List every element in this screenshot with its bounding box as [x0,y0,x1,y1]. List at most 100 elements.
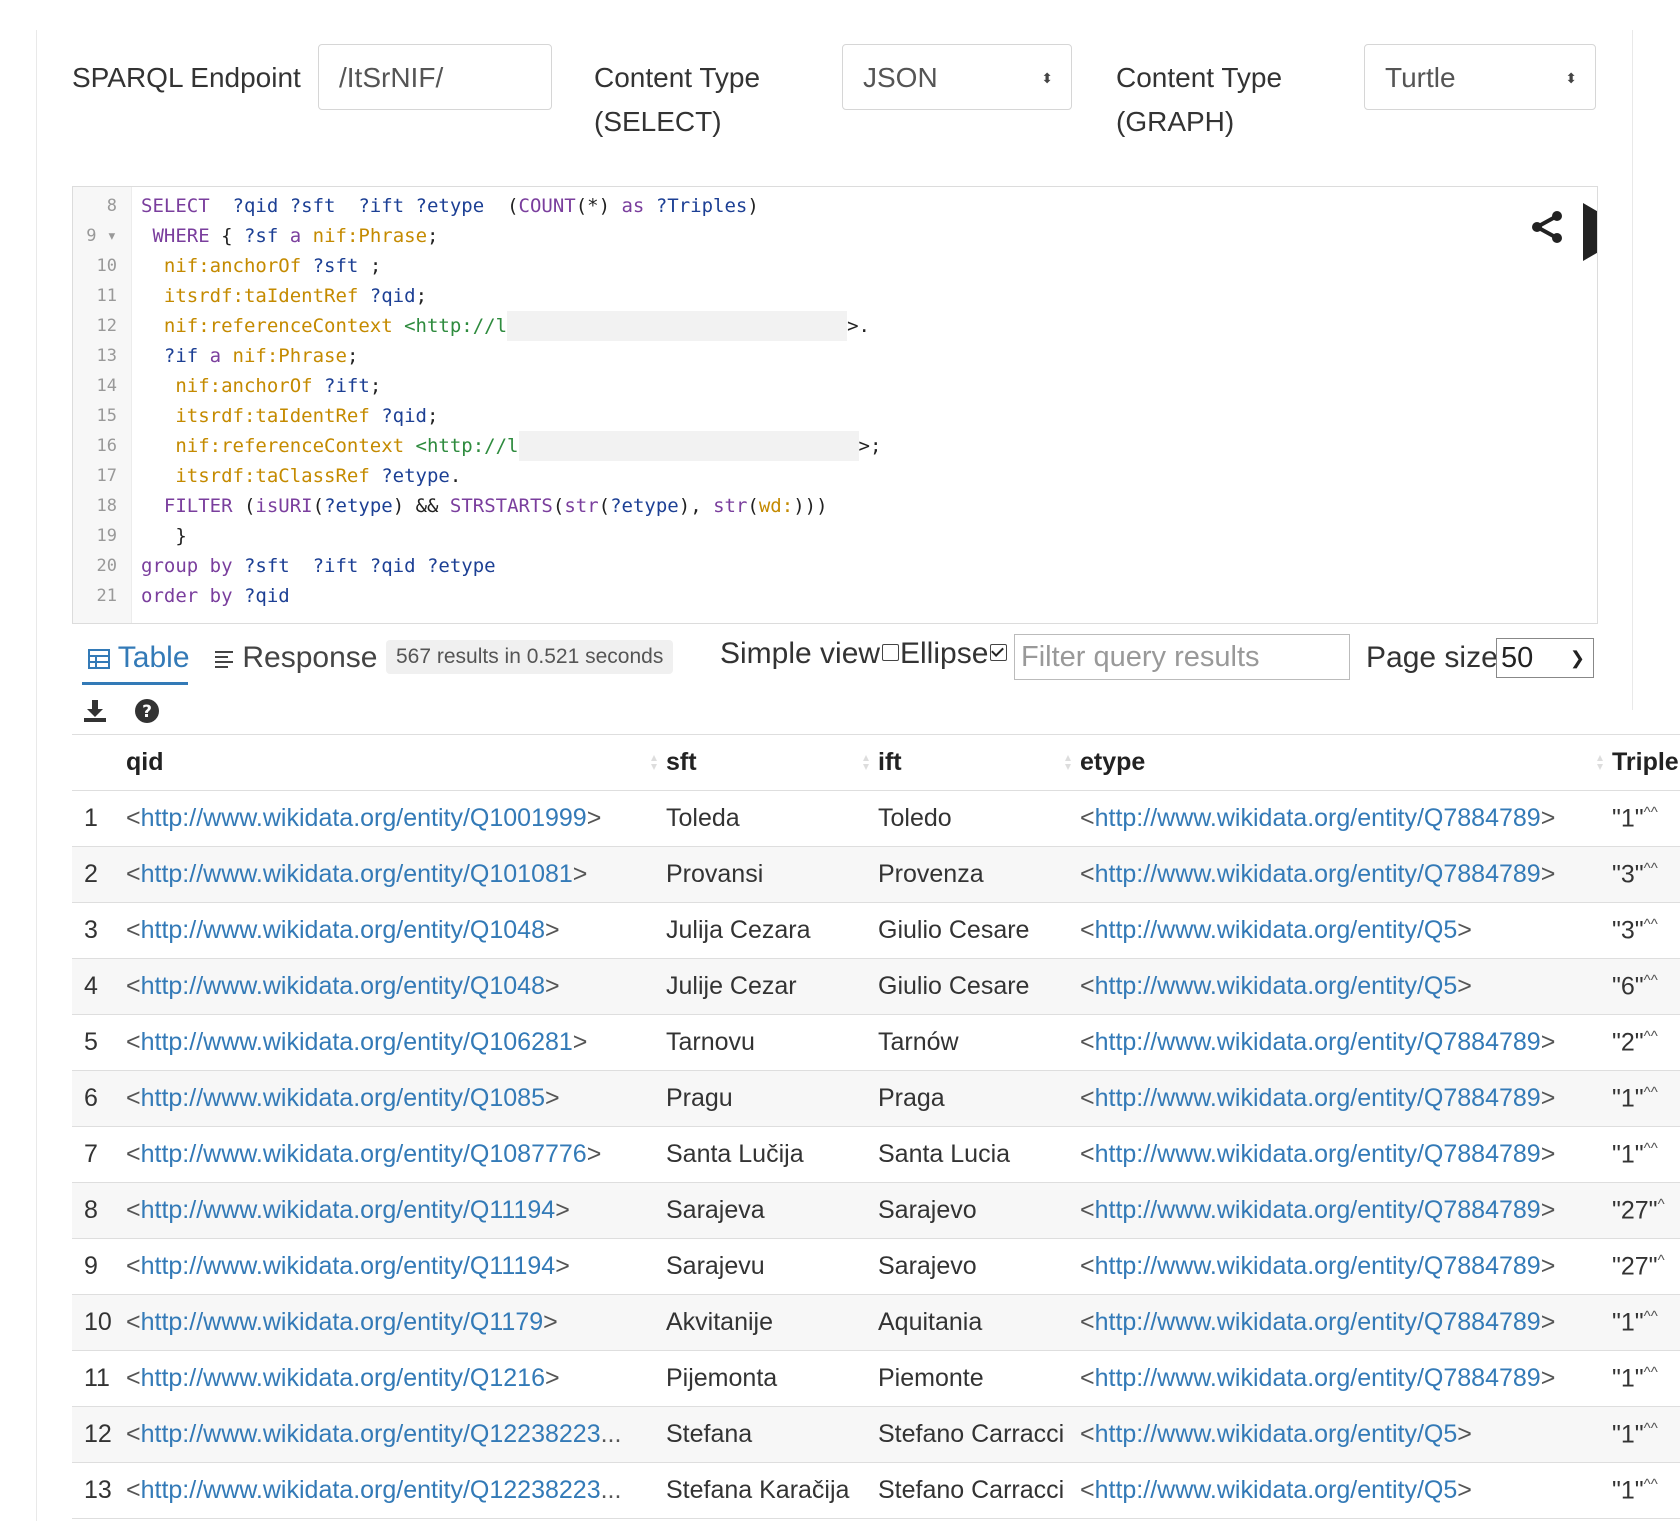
ellipse-option[interactable]: Ellipse [900,632,1008,676]
tab-table[interactable]: Table [88,636,190,680]
etype-link[interactable]: http://www.wikidata.org/entity/Q5 [1095,1420,1458,1448]
share-icon[interactable] [1529,209,1565,245]
filter-results-input[interactable] [1014,634,1350,680]
qid-link[interactable]: http://www.wikidata.org/entity/Q1001999 [141,804,587,832]
triples-value: "27" [1612,1252,1658,1281]
results-table: qid sft ift etype Triple 1 <http://www.wi… [72,734,1680,1519]
qid-link[interactable]: http://www.wikidata.org/entity/Q11194 [141,1252,556,1280]
etype-link[interactable]: http://www.wikidata.org/entity/Q7884789 [1095,1252,1541,1280]
ift-cell: Praga [872,1070,1074,1127]
table-row: 3 <http://www.wikidata.org/entity/Q1048> J… [72,902,1680,959]
triples-cell: "27"^ [1606,1238,1680,1295]
row-number: 9 [72,1238,126,1295]
code-text: itsrdf:taClassRef ?etype. [141,461,461,491]
content-type-graph-label-line1: Content Type [1116,62,1283,93]
qid-link[interactable]: http://www.wikidata.org/entity/Q12238223 [141,1476,601,1504]
angle-open: < [126,1196,141,1224]
sft-cell: Stefana [660,1406,872,1463]
angle-close: > [1457,1420,1472,1448]
line-number: 17 [96,466,117,486]
etype-link[interactable]: http://www.wikidata.org/entity/Q7884789 [1095,804,1541,832]
column-header-triples-label: Triple [1612,748,1679,776]
qid-link[interactable]: http://www.wikidata.org/entity/Q106281 [141,1028,573,1056]
qid-link[interactable]: http://www.wikidata.org/entity/Q12238223 [141,1420,601,1448]
etype-cell: <http://www.wikidata.org/entity/Q7884789… [1074,1294,1606,1351]
code-token: >. [847,315,870,337]
code-token: ?if [163,345,210,367]
etype-link[interactable]: http://www.wikidata.org/entity/Q7884789 [1095,860,1541,888]
qid-cell: <http://www.wikidata.org/entity/Q1048> [126,958,660,1015]
etype-link[interactable]: http://www.wikidata.org/entity/Q7884789 [1095,1084,1541,1112]
ift-cell: Toledo [872,790,1074,847]
simple-view-option[interactable]: Simple view [720,632,900,676]
qid-link[interactable]: http://www.wikidata.org/entity/Q1048 [141,916,545,944]
etype-link[interactable]: http://www.wikidata.org/entity/Q5 [1095,1476,1458,1504]
qid-link[interactable]: http://www.wikidata.org/entity/Q1087776 [141,1140,587,1168]
content-type-graph-dropdown[interactable]: Turtle ⬍ [1364,44,1596,110]
column-header-qid[interactable]: qid [126,734,660,791]
svg-text:?: ? [142,702,152,722]
code-token: nif:anchorOf [175,375,325,397]
column-header-sft[interactable]: sft [660,734,872,791]
qid-link[interactable]: http://www.wikidata.org/entity/Q1048 [141,972,545,1000]
code-text: itsrdf:taIdentRef ?qid; [141,281,427,311]
tab-table-label: Table [117,641,190,674]
etype-link[interactable]: http://www.wikidata.org/entity/Q5 [1095,972,1458,1000]
row-number: 6 [72,1070,126,1127]
simple-view-checkbox[interactable] [882,643,900,661]
code-token: order by [141,585,244,607]
play-icon[interactable] [1581,201,1598,263]
sft-cell: Stefana Karačija [660,1462,872,1519]
page-size-select[interactable]: 50 ❯ [1496,638,1594,678]
code-token: ?qid [369,285,416,307]
triples-cell: "1"^^ [1606,1462,1680,1519]
content-type-select-dropdown[interactable]: JSON ⬍ [842,44,1072,110]
qid-link[interactable]: http://www.wikidata.org/entity/Q1179 [141,1308,544,1336]
triples-value: "1" [1612,1364,1644,1393]
code-token: as [621,195,656,217]
qid-link[interactable]: http://www.wikidata.org/entity/Q11194 [141,1196,556,1224]
code-line: 21 order by ?qid [73,581,1597,611]
column-header-etype[interactable]: etype [1074,734,1606,791]
angle-close: > [1540,804,1556,832]
code-line: 16 nif:referenceContext <http://l >; [73,431,1597,461]
ift-cell: Sarajevo [872,1182,1074,1239]
ift-cell: Stefano Carracci [872,1406,1074,1463]
code-token: ))) [793,495,828,517]
qid-link[interactable]: http://www.wikidata.org/entity/Q101081 [141,860,573,888]
line-number: 15 [96,406,117,426]
code-line: 14 nif:anchorOf ?ift; [73,371,1597,401]
ellipse-checkbox[interactable] [990,643,1008,661]
qid-link[interactable]: http://www.wikidata.org/entity/Q1085 [141,1084,545,1112]
qid-end: > [572,860,588,888]
etype-link[interactable]: http://www.wikidata.org/entity/Q7884789 [1095,1028,1541,1056]
code-token: (*) [575,195,622,217]
column-header-triples[interactable]: Triple [1606,734,1680,791]
tab-response[interactable]: Response [214,636,377,680]
triples-cell: "1"^^ [1606,1406,1680,1463]
etype-link[interactable]: http://www.wikidata.org/entity/Q7884789 [1095,1140,1541,1168]
download-icon[interactable] [82,698,108,724]
sft-cell: Provansi [660,846,872,903]
endpoint-input[interactable]: /ItSrNIF/ [318,44,552,110]
query-editor[interactable]: 8 SELECT ?qid ?sft ?ift ?etype (COUNT(*) … [72,186,1598,624]
column-header-ift[interactable]: ift [872,734,1074,791]
etype-link[interactable]: http://www.wikidata.org/entity/Q5 [1095,916,1458,944]
code-token: ?ift [324,375,370,397]
etype-link[interactable]: http://www.wikidata.org/entity/Q7884789 [1095,1364,1541,1392]
qid-cell: <http://www.wikidata.org/entity/Q1001999… [126,790,660,847]
etype-link[interactable]: http://www.wikidata.org/entity/Q7884789 [1095,1308,1541,1336]
row-number: 11 [72,1350,126,1407]
code-token: ?sf [243,225,290,247]
qid-link[interactable]: http://www.wikidata.org/entity/Q1216 [141,1364,545,1392]
results-info-badge: 567 results in 0.521 seconds [386,640,674,674]
sft-cell: Toleda [660,790,872,847]
etype-link[interactable]: http://www.wikidata.org/entity/Q7884789 [1095,1196,1541,1224]
table-row: 12 <http://www.wikidata.org/entity/Q12238… [72,1406,1680,1463]
etype-cell: <http://www.wikidata.org/entity/Q7884789… [1074,1182,1606,1239]
help-icon[interactable]: ? [134,698,160,724]
triples-cell: "3"^^ [1606,902,1680,959]
redacted-region [518,431,859,461]
triples-cell: "1"^^ [1606,1294,1680,1351]
